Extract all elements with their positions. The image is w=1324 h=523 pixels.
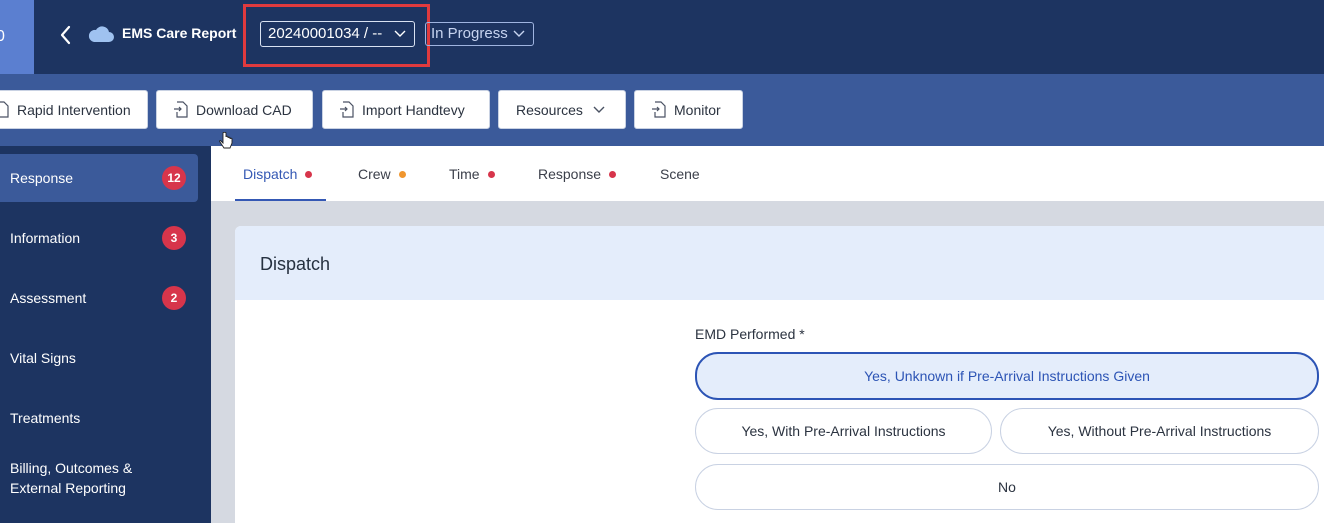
back-arrow-icon[interactable]: [58, 24, 74, 46]
tab-label: Crew: [358, 166, 391, 182]
count-badge: 3: [162, 226, 186, 250]
tab-dispatch[interactable]: Dispatch: [243, 166, 313, 182]
document-import-icon: [652, 101, 666, 118]
action-toolbar: Rapid Intervention Download CAD Import H…: [0, 74, 1324, 146]
tab-time[interactable]: Time: [449, 166, 495, 182]
tab-label: Dispatch: [243, 166, 298, 182]
status-dot-icon: [305, 170, 313, 178]
monitor-label: Monitor: [674, 101, 721, 118]
status-dot-icon: [609, 170, 617, 178]
tab-label: Response: [538, 166, 602, 182]
sidebar-item-label: Vital Signs: [10, 350, 76, 366]
download-cad-label: Download CAD: [196, 101, 292, 118]
sidebar-item-vital-signs[interactable]: Vital Signs: [0, 334, 198, 382]
active-tab-indicator: [235, 199, 326, 201]
status-dot-icon: [487, 170, 495, 178]
monitor-button[interactable]: Monitor: [634, 90, 743, 129]
section-tabs: Dispatch Crew Time Response Scene: [211, 146, 1324, 201]
sidebar-item-assessment[interactable]: Assessment 2: [0, 274, 198, 322]
document-import-icon: [340, 101, 354, 118]
sidebar-nav: Response 12 Information 3 Assessment 2 V…: [0, 146, 211, 523]
dispatch-section-card: Dispatch EMD Performed * Yes, Unknown if…: [235, 226, 1324, 523]
option-yes-unknown-pre-arrival[interactable]: Yes, Unknown if Pre-Arrival Instructions…: [695, 352, 1319, 400]
app-logo-text: 0: [0, 28, 5, 45]
sidebar-item-response[interactable]: Response 12: [0, 154, 198, 202]
main-content: Dispatch Crew Time Response Scene Dispat…: [211, 146, 1324, 523]
sidebar-item-label: Billing, Outcomes & External Reporting: [10, 460, 133, 496]
resources-label: Resources: [516, 101, 583, 118]
annotation-highlight-box: [243, 4, 430, 67]
tab-scene[interactable]: Scene: [660, 166, 700, 182]
count-badge: 12: [162, 166, 186, 190]
hand-pointer-cursor-icon: [219, 132, 233, 149]
cloud-icon: [88, 26, 114, 42]
section-title: Dispatch: [260, 254, 331, 274]
tab-crew[interactable]: Crew: [358, 166, 406, 182]
sidebar-item-billing-outcomes[interactable]: Billing, Outcomes & External Reporting: [0, 454, 198, 502]
rapid-intervention-label: Rapid Intervention: [17, 101, 131, 118]
import-handtevy-button[interactable]: Import Handtevy: [322, 90, 490, 129]
tab-label: Scene: [660, 166, 700, 182]
option-yes-without-pre-arrival[interactable]: Yes, Without Pre-Arrival Instructions: [1000, 408, 1319, 454]
sidebar-item-label: Information: [10, 230, 81, 246]
card-header: Dispatch: [235, 226, 1324, 300]
chevron-down-icon: [513, 30, 525, 37]
top-header: 0 EMS Care Report 20240001034 / -- In Pr…: [0, 0, 1324, 74]
rapid-intervention-button[interactable]: Rapid Intervention: [0, 90, 148, 129]
document-icon: [0, 101, 9, 118]
status-dropdown[interactable]: In Progress: [425, 22, 534, 46]
sidebar-item-label: Assessment: [10, 290, 87, 306]
app-logo[interactable]: 0: [0, 0, 34, 74]
option-no[interactable]: No: [695, 464, 1319, 510]
sidebar-item-label: Response: [10, 170, 74, 186]
tab-response[interactable]: Response: [538, 166, 617, 182]
tab-label: Time: [449, 166, 480, 182]
count-badge: 2: [162, 286, 186, 310]
sidebar-item-treatments[interactable]: Treatments: [0, 394, 198, 442]
import-handtevy-label: Import Handtevy: [362, 101, 465, 118]
document-import-icon: [174, 101, 188, 118]
option-yes-with-pre-arrival[interactable]: Yes, With Pre-Arrival Instructions: [695, 408, 992, 454]
status-value: In Progress: [431, 25, 508, 42]
chevron-down-icon: [593, 106, 605, 113]
status-dot-icon: [398, 170, 406, 178]
app-title: EMS Care Report: [122, 25, 237, 41]
download-cad-button[interactable]: Download CAD: [156, 90, 313, 129]
emd-performed-label: EMD Performed *: [695, 326, 805, 342]
sidebar-item-label: Treatments: [10, 410, 81, 426]
resources-dropdown-button[interactable]: Resources: [498, 90, 626, 129]
sidebar-item-information[interactable]: Information 3: [0, 214, 198, 262]
